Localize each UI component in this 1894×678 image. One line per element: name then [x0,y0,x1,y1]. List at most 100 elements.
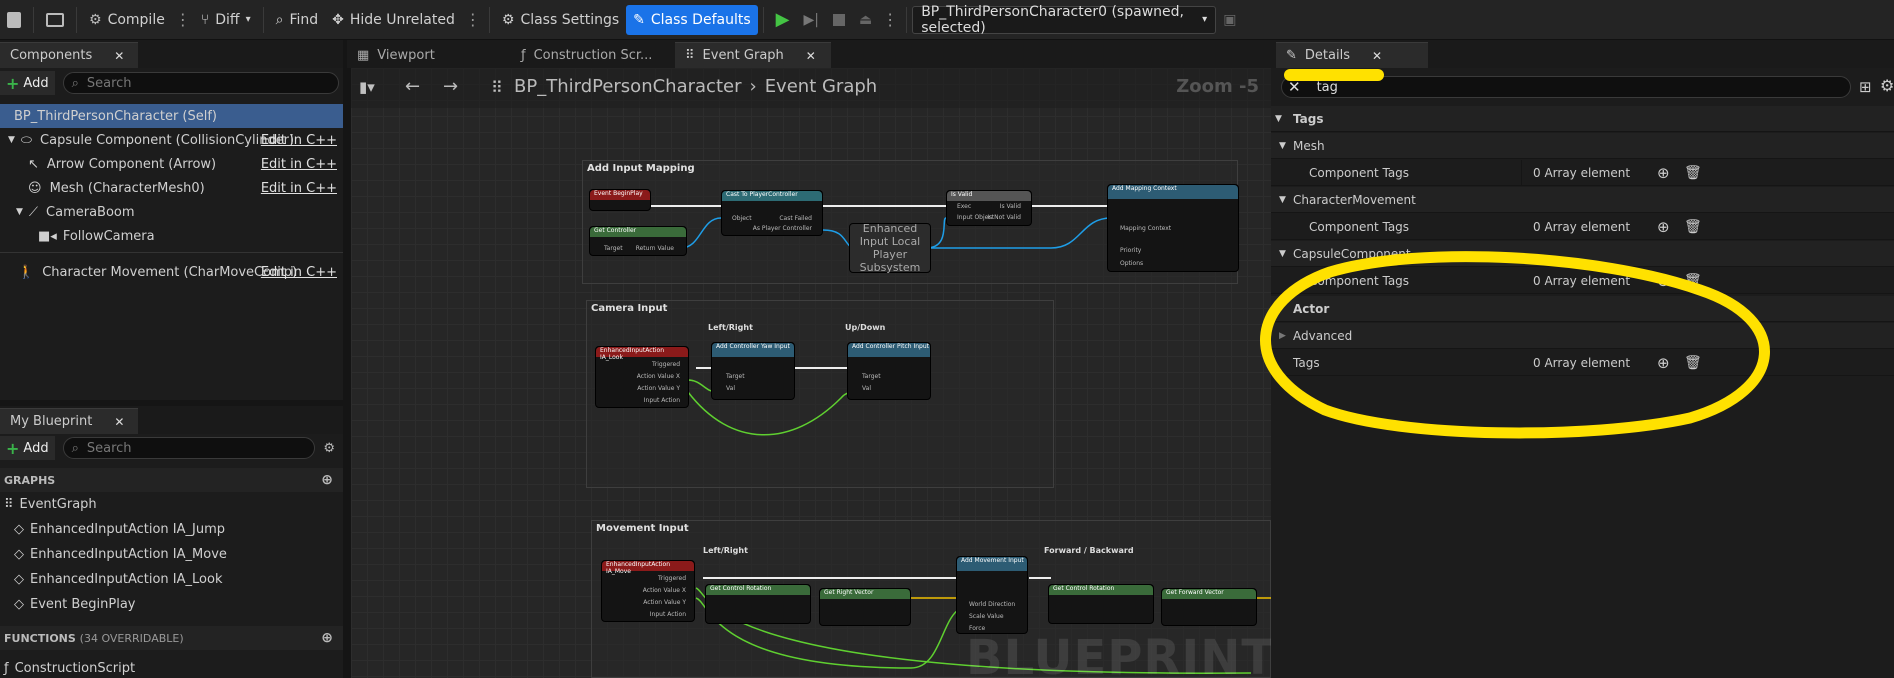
diff-button[interactable]: ⑂ Diff ▾ [194,5,258,35]
category-mesh[interactable]: ▼ Mesh [1271,133,1894,159]
node-cast-playercontroller[interactable]: Cast To PlayerController Object Cast Faile… [721,190,823,236]
stop-button[interactable] [826,5,852,35]
node-is-valid[interactable]: Is Valid Exec Input Object Is Valid Is Not V… [946,190,1032,226]
function-item-constructionscript[interactable]: ƒ ConstructionScript [0,656,343,678]
edit-in-cpp-link[interactable]: Edit in C++ [261,181,337,196]
blueprint-search-input[interactable]: ⌕ Search [62,437,316,459]
node-get-control-rotation[interactable]: Get Control Rotation [705,584,811,624]
expand-arrow-icon[interactable]: ▶ [1279,331,1286,341]
property-matrix-icon[interactable]: ⊞ [1859,78,1872,96]
component-self[interactable]: BP_ThirdPersonCharacter (Self) [0,104,343,128]
compile-button[interactable]: ⚙ Compile [82,5,172,35]
edit-in-cpp-link[interactable]: Edit in C++ [261,133,337,148]
graph-item-beginplay[interactable]: ◇ Event BeginPlay [0,592,343,616]
component-cameraboom[interactable]: ▼ ⟋ CameraBoom [0,200,343,224]
add-element-icon[interactable]: ⊕ [1657,272,1670,290]
eject-button[interactable]: ⏏ [852,5,879,35]
node-add-pitch-input[interactable]: Add Controller Pitch Input Target Val [847,342,931,400]
component-charmove[interactable]: 🚶 Character Movement (CharMoveComp) Edit i… [0,260,343,284]
add-element-icon[interactable]: ⊕ [1657,354,1670,372]
collapse-arrow-icon[interactable]: ▼ [1275,114,1282,124]
tab-my-blueprint[interactable]: My Blueprint ✕ [0,408,138,434]
node-enhanced-input-subsystem[interactable]: Enhanced Input Local Player Subsystem [849,222,931,274]
hide-unrelated-button[interactable]: ✥ Hide Unrelated [325,5,462,35]
component-capsule[interactable]: ▼ ⬭ Capsule Component (CollisionCylinder) E… [0,128,343,152]
browse-button[interactable] [39,5,71,35]
class-settings-button[interactable]: ⚙ Class Settings [495,5,626,35]
step-button[interactable]: ▶| [796,5,825,35]
graphs-section-header[interactable]: GRAPHS ⊕ [0,468,343,492]
expand-arrow-icon[interactable]: ▼ [16,207,23,217]
graph-item-ia-look[interactable]: ◇ EnhancedInputAction IA_Look [0,567,343,591]
node-ia-look[interactable]: EnhancedInputAction IA_Look Triggered Acti… [595,346,689,408]
graph-item-eventgraph[interactable]: ⠿ EventGraph [0,492,343,516]
debug-object-dropdown[interactable]: BP_ThirdPersonCharacter0 (spawned, selec… [912,4,1217,36]
details-search-input[interactable]: ✕ tag [1281,76,1851,98]
find-button[interactable]: ⌕ Find [269,5,326,35]
tab-components[interactable]: Components ✕ [0,42,138,68]
class-defaults-button[interactable]: ✎ Class Defaults [626,4,758,35]
node-add-mapping-context[interactable]: Add Mapping Context Mapping Context Priori… [1107,184,1239,272]
hide-options-icon[interactable]: ⋮ [462,10,484,29]
close-icon[interactable]: ✕ [114,49,124,63]
component-mesh[interactable]: ☺ Mesh (CharacterMesh0) Edit in C++ [0,176,343,200]
settings-gear-icon[interactable]: ⚙ [1880,76,1894,95]
edit-in-cpp-link[interactable]: Edit in C++ [261,157,337,172]
node-get-right-vector[interactable]: Get Right Vector [819,588,911,626]
tab-components-label: Components [10,48,93,63]
node-ia-move[interactable]: EnhancedInputAction IA_Move Triggered Acti… [601,560,695,622]
save-button[interactable] [0,5,28,35]
section-label: Tags [1293,111,1324,126]
add-graph-icon[interactable]: ⊕ [321,472,333,488]
node-event-beginplay[interactable]: Event BeginPlay [589,189,651,211]
edit-in-cpp-link[interactable]: Edit in C++ [261,265,337,280]
category-capsulecomponent[interactable]: ▼ CapsuleComponent [1271,241,1894,267]
event-graph-canvas[interactable]: ▮▾ ← → ⠿ BP_ThirdPersonCharacter › Event G… [351,68,1271,678]
trash-icon[interactable]: 🗑 [1684,273,1702,289]
search-icon: ⌕ [71,440,79,456]
play-options-icon[interactable]: ⋮ [879,10,901,29]
node-get-forward-vector[interactable]: Get Forward Vector [1161,588,1257,626]
collapse-arrow-icon[interactable]: ▼ [1279,141,1286,151]
play-button[interactable]: ▶ [769,5,797,35]
functions-section-header[interactable]: FUNCTIONS (34 OVERRIDABLE) ⊕ [0,626,343,650]
graph-item-ia-move[interactable]: ◇ EnhancedInputAction IA_Move [0,542,343,566]
components-search-input[interactable]: ⌕ Search [62,72,339,94]
component-followcamera[interactable]: ■◂ FollowCamera [0,224,343,248]
compile-options-icon[interactable]: ⋮ [172,10,194,29]
node-get-controller[interactable]: Get Controller Target Return Value [589,226,687,256]
graph-item-ia-jump[interactable]: ◇ EnhancedInputAction IA_Jump [0,517,343,541]
close-icon[interactable]: ✕ [1372,49,1382,63]
component-arrow[interactable]: ↖ Arrow Component (Arrow) Edit in C++ [0,152,343,176]
add-element-icon[interactable]: ⊕ [1657,164,1670,182]
expand-arrow-icon[interactable]: ▼ [8,135,15,145]
section-actor[interactable]: Actor [1271,296,1894,322]
tab-viewport[interactable]: ▦ Viewport [347,42,509,68]
close-icon[interactable]: ✕ [806,49,816,63]
debug-filter-button[interactable]: ▣ [1216,5,1243,35]
settings-gear-icon[interactable]: ⚙ [323,441,335,456]
graph-icon: ⠿ [4,496,14,512]
section-tags[interactable]: ▼ Tags [1271,106,1894,132]
tab-construction-script[interactable]: ƒ Construction Scr... [511,42,673,68]
node-add-movement-input[interactable]: Add Movement Input World Direction Scale V… [956,556,1028,634]
trash-icon[interactable]: 🗑 [1684,165,1702,181]
add-component-button[interactable]: + Add [0,71,55,95]
category-advanced[interactable]: ▶ Advanced [1271,323,1894,349]
tab-details[interactable]: ✎ Details ✕ [1276,42,1428,68]
node-add-yaw-input[interactable]: Add Controller Yaw Input Target Val [711,342,795,400]
category-label: Advanced [1293,328,1353,343]
tab-event-graph[interactable]: ⠿ Event Graph ✕ [675,42,831,68]
add-function-icon[interactable]: ⊕ [321,630,333,646]
clear-search-icon[interactable]: ✕ [1288,78,1301,96]
collapse-arrow-icon[interactable]: ▼ [1279,249,1286,259]
close-icon[interactable]: ✕ [114,415,124,429]
collapse-arrow-icon[interactable]: ▼ [1279,195,1286,205]
trash-icon[interactable]: 🗑 [1684,355,1702,371]
add-element-icon[interactable]: ⊕ [1657,218,1670,236]
pin-label: Return Value [635,245,674,252]
add-member-button[interactable]: + Add [0,436,55,460]
category-charactermovement[interactable]: ▼ CharacterMovement [1271,187,1894,213]
trash-icon[interactable]: 🗑 [1684,219,1702,235]
node-get-control-rotation[interactable]: Get Control Rotation [1048,584,1154,624]
